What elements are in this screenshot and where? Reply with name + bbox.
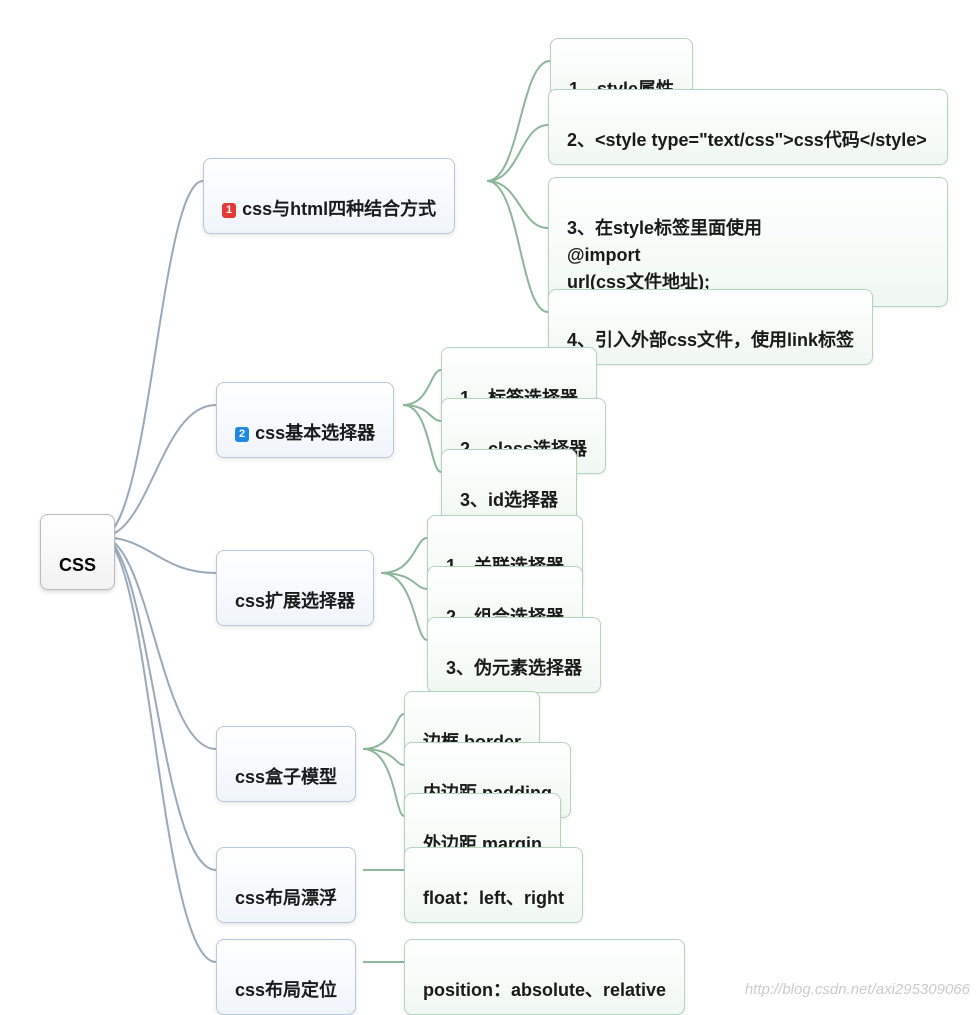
leaf-label: 4、引入外部css文件，使用link标签 xyxy=(567,330,854,350)
branch-extended-selector: css扩展选择器 xyxy=(216,550,374,626)
branch-css-html-combine: 1 css与html四种结合方式 xyxy=(203,158,455,234)
leaf-label: 3、在style标签里面使用 @import url(css文件地址); xyxy=(567,218,762,292)
leaf-label: position：absolute、relative xyxy=(423,980,666,1000)
watermark-text: http://blog.csdn.net/axi295309066 xyxy=(745,981,970,998)
branch-label: css盒子模型 xyxy=(235,767,337,787)
badge-1: 1 xyxy=(222,203,236,218)
branch-basic-selector: 2 css基本选择器 xyxy=(216,382,394,458)
badge-2: 2 xyxy=(235,427,249,442)
branch-box-model: css盒子模型 xyxy=(216,726,356,802)
branch-label: css布局漂浮 xyxy=(235,888,337,908)
branch-label: css与html四种结合方式 xyxy=(242,199,436,219)
root-node: CSS xyxy=(40,514,115,590)
leaf-id-selector: 3、id选择器 xyxy=(441,449,577,525)
leaf-label: float：left、right xyxy=(423,888,564,908)
leaf-import-url: 3、在style标签里面使用 @import url(css文件地址); xyxy=(548,177,948,307)
leaf-label: 2、<style type="text/css">css代码</style> xyxy=(567,130,927,150)
branch-label: css布局定位 xyxy=(235,980,337,1000)
leaf-style-tag: 2、<style type="text/css">css代码</style> xyxy=(548,89,948,165)
branch-float: css布局漂浮 xyxy=(216,847,356,923)
leaf-pseudo-selector: 3、伪元素选择器 xyxy=(427,617,601,693)
leaf-label: 3、伪元素选择器 xyxy=(446,658,582,678)
leaf-float: float：left、right xyxy=(404,847,583,923)
branch-label: css基本选择器 xyxy=(255,423,375,443)
root-label: CSS xyxy=(59,555,96,575)
leaf-label: 3、id选择器 xyxy=(460,490,558,510)
branch-label: css扩展选择器 xyxy=(235,591,355,611)
